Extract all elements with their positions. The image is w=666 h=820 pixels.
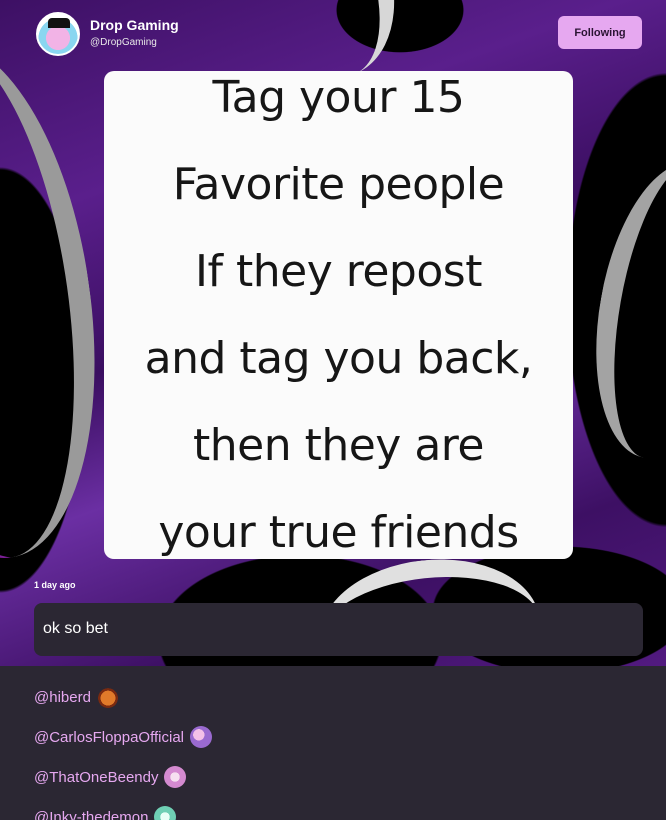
- channel-name[interactable]: Drop Gaming: [90, 17, 179, 33]
- image-text-line: Tag your 15: [212, 72, 465, 123]
- image-text-line: If they repost: [195, 246, 482, 297]
- mention-handle[interactable]: @Inky-thedemon: [34, 809, 148, 820]
- post-image[interactable]: Tag your 15 Favorite people If they repo…: [104, 71, 573, 559]
- user-avatar-icon: [190, 726, 213, 748]
- post-timestamp: 1 day ago: [34, 580, 76, 590]
- image-text-line: then they are: [193, 420, 484, 471]
- banner-stripe: [575, 150, 666, 470]
- mention-list: @hiberd @CarlosFloppaOfficial @ThatOneBe…: [0, 666, 666, 820]
- post-header: Drop Gaming @DropGaming Following: [0, 0, 666, 66]
- channel-avatar[interactable]: [36, 12, 80, 56]
- image-text-line: and tag you back,: [144, 333, 533, 384]
- mention-handle[interactable]: @hiberd: [34, 689, 91, 706]
- mention-handle[interactable]: @ThatOneBeendy: [34, 769, 158, 786]
- pirate-hat-icon: [48, 18, 70, 28]
- following-button[interactable]: Following: [558, 16, 642, 49]
- channel-handle[interactable]: @DropGaming: [90, 37, 157, 48]
- user-avatar-icon: [164, 766, 187, 788]
- user-avatar-icon: [154, 806, 177, 820]
- pumpkin-avatar-icon: [96, 686, 119, 708]
- mention-item[interactable]: @CarlosFloppaOfficial: [34, 725, 213, 749]
- mention-item[interactable]: @Inky-thedemon: [34, 805, 177, 820]
- image-text-line: your true friends: [158, 507, 519, 558]
- mention-item[interactable]: @ThatOneBeendy: [34, 765, 187, 789]
- mention-item[interactable]: @hiberd: [34, 685, 119, 709]
- mention-handle[interactable]: @CarlosFloppaOfficial: [34, 729, 184, 746]
- image-text-line: Favorite people: [172, 159, 505, 210]
- post-caption: ok so bet: [34, 603, 643, 656]
